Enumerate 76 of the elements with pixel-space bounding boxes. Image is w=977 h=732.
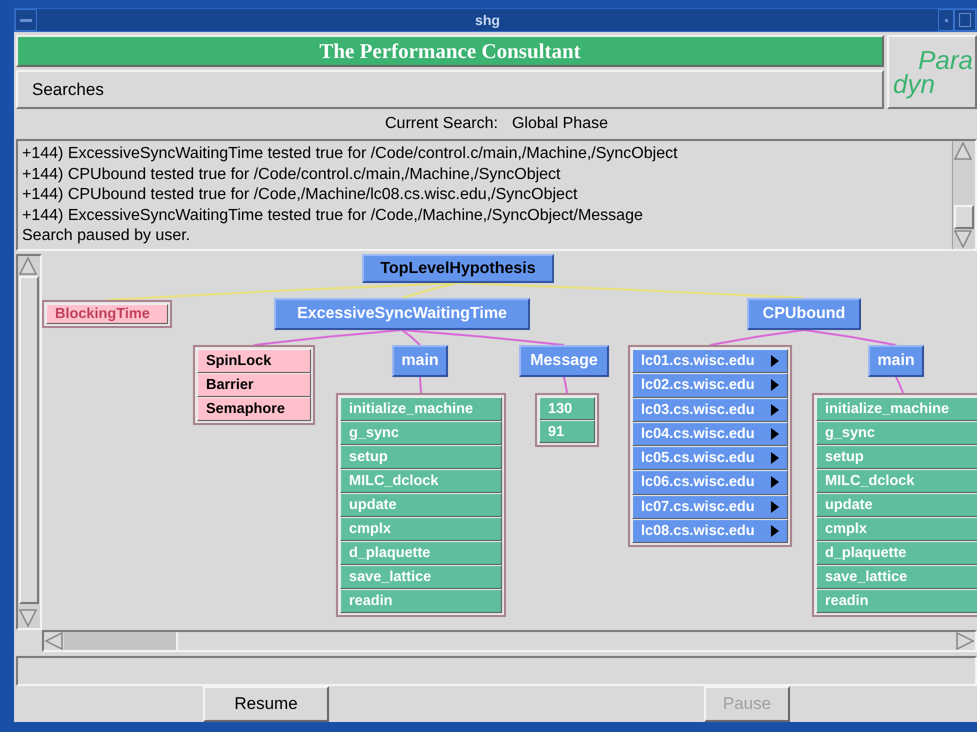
hypothesis-node[interactable]: Semaphore [197, 397, 311, 421]
connector-line [419, 376, 422, 394]
log-line: Search paused by user. [22, 226, 192, 246]
log-line: +144) ExcessiveSyncWaitingTime tested true for /Code,/Machine,/SyncObject/Message [22, 206, 644, 226]
connector-line [563, 376, 568, 394]
expand-arrow-icon[interactable] [771, 404, 779, 416]
scrollbar-thumb[interactable] [954, 205, 974, 229]
expand-arrow-icon[interactable] [771, 355, 779, 368]
down-arrow-icon[interactable] [18, 608, 38, 628]
window-menu-button[interactable] [15, 9, 37, 31]
connector-line [895, 376, 904, 394]
log-line: +144) CPUbound tested true for /Code/control.c/main,/Machine,/SyncObject [22, 164, 562, 184]
window-title: shg [474, 12, 501, 28]
hypothesis-node[interactable]: lc04.cs.wisc.edu [632, 422, 788, 446]
hypothesis-node[interactable]: g_sync [816, 421, 977, 445]
hypothesis-node[interactable]: TopLevelHypothesis [362, 254, 554, 283]
menu-item[interactable]: Searches [32, 80, 104, 100]
hypothesis-node[interactable]: SpinLock [197, 349, 311, 373]
hypothesis-node[interactable]: CPUbound [747, 298, 861, 330]
log-line: +144) CPUbound tested true for /Code,/Machine/lc08.cs.wisc.edu,/SyncObject [22, 185, 578, 205]
expand-arrow-icon[interactable] [771, 500, 779, 513]
hypothesis-node[interactable]: lc03.cs.wisc.edu [632, 398, 788, 422]
current-search-value: Global Phase [512, 115, 608, 133]
scrollbar[interactable] [952, 141, 975, 249]
hypothesis-node[interactable]: 91 [539, 420, 595, 443]
hypothesis-node[interactable]: ExcessiveSyncWaitingTime [274, 298, 530, 330]
hypothesis-node[interactable]: Message [519, 345, 609, 377]
up-arrow-icon[interactable] [953, 141, 973, 161]
right-arrow-icon[interactable] [955, 631, 975, 651]
hypothesis-node[interactable]: g_sync [340, 421, 502, 445]
hypothesis-node[interactable]: update [816, 493, 977, 517]
hypothesis-node[interactable]: readin [816, 589, 977, 613]
hypothesis-node[interactable]: lc06.cs.wisc.edu [632, 470, 788, 494]
down-arrow-icon[interactable] [953, 229, 973, 249]
logo-text: Para [918, 48, 973, 72]
expand-arrow-icon[interactable] [771, 476, 779, 488]
expand-arrow-icon[interactable] [771, 524, 779, 537]
maximize-button[interactable] [954, 9, 976, 31]
scrollbar-thumb[interactable] [64, 632, 178, 650]
hypothesis-node[interactable]: main [392, 345, 448, 377]
minimize-button[interactable] [938, 9, 954, 31]
hypothesis-node[interactable]: lc02.cs.wisc.edu [632, 373, 788, 398]
expand-arrow-icon[interactable] [771, 428, 779, 440]
hypothesis-node[interactable]: setup [340, 445, 502, 469]
up-arrow-icon[interactable] [18, 256, 38, 276]
header-title: The Performance Consultant [319, 38, 581, 64]
log-line: +144) ExcessiveSyncWaitingTime tested true for /Code/control.c/main,/Machine,/SyncObject [22, 144, 679, 164]
current-search-label: Current Search: [385, 115, 498, 133]
hypothesis-node[interactable]: setup [816, 445, 977, 469]
hypothesis-node[interactable]: update [340, 493, 502, 517]
hypothesis-node[interactable]: lc05.cs.wisc.edu [632, 446, 788, 470]
hypothesis-node[interactable]: save_lattice [816, 565, 977, 589]
expand-arrow-icon[interactable] [771, 379, 779, 392]
hypothesis-node[interactable]: main [868, 345, 924, 377]
hypothesis-node[interactable]: cmplx [340, 517, 502, 541]
hypothesis-node[interactable]: lc01.cs.wisc.edu [632, 349, 788, 374]
scrollbar[interactable] [16, 254, 42, 630]
hypothesis-node[interactable]: initialize_machine [816, 397, 977, 421]
hypothesis-node[interactable]: readin [340, 589, 502, 613]
hypothesis-node[interactable]: 130 [539, 397, 595, 420]
logo-text: dyn [892, 72, 935, 96]
hypothesis-node[interactable]: d_plaquette [340, 541, 502, 565]
hypothesis-node[interactable]: MILC_dclock [340, 469, 502, 493]
hypothesis-node[interactable]: lc07.cs.wisc.edu [632, 494, 788, 519]
hypothesis-node[interactable]: d_plaquette [816, 541, 977, 565]
action-button[interactable]: Resume [203, 686, 329, 722]
left-arrow-icon[interactable] [44, 631, 64, 651]
hypothesis-node[interactable]: BlockingTime [46, 304, 168, 324]
hypothesis-node[interactable]: lc08.cs.wisc.edu [632, 518, 788, 543]
scrollbar[interactable] [42, 630, 977, 652]
hypothesis-node[interactable]: Barrier [197, 373, 311, 397]
hypothesis-node[interactable]: save_lattice [340, 565, 502, 589]
hypothesis-node[interactable]: initialize_machine [340, 397, 502, 421]
expand-arrow-icon[interactable] [771, 452, 779, 464]
hypothesis-node[interactable]: cmplx [816, 517, 977, 541]
hypothesis-node[interactable]: MILC_dclock [816, 469, 977, 493]
